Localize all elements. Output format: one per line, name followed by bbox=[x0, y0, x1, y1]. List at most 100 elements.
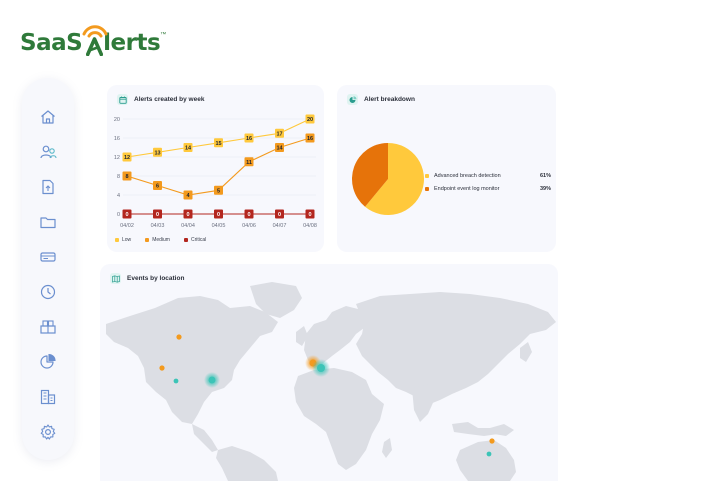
boxes-icon bbox=[40, 320, 56, 334]
data-label: 20 bbox=[307, 117, 313, 123]
data-point-critical[interactable]: 0 bbox=[214, 209, 223, 219]
africa-shape bbox=[294, 368, 384, 470]
x-tick-label: 04/08 bbox=[303, 223, 317, 229]
saas-alerts-logo: SaaS lerts ™ bbox=[20, 24, 166, 56]
alert-breakdown-card: Alert breakdown Advanced breach detectio… bbox=[337, 85, 556, 252]
legend-item-medium[interactable]: Medium bbox=[145, 237, 170, 243]
x-tick-label: 04/07 bbox=[273, 223, 287, 229]
data-point-medium[interactable]: 11 bbox=[244, 157, 254, 167]
data-point-medium[interactable]: 4 bbox=[183, 190, 193, 200]
x-tick-label: 04/04 bbox=[181, 223, 195, 229]
pie-legend-value: 61% bbox=[539, 172, 551, 179]
pie-legend-label: Endpoint event log monitor bbox=[434, 185, 500, 192]
data-point-low[interactable]: 13 bbox=[153, 147, 162, 157]
legend-swatch bbox=[425, 186, 429, 191]
pie-legend-label: Advanced breach detection bbox=[434, 172, 501, 179]
event-marker-orange[interactable] bbox=[489, 438, 495, 444]
sidebar-item-reports[interactable] bbox=[37, 176, 59, 198]
legend-item-critical[interactable]: Critical bbox=[183, 237, 206, 243]
x-tick-label: 04/05 bbox=[212, 223, 226, 229]
alert-breakdown-legend: Advanced breach detection 61% Endpoint eve… bbox=[425, 169, 551, 195]
wifi-signal-icon bbox=[82, 25, 108, 38]
data-point-medium[interactable]: 14 bbox=[275, 143, 284, 152]
data-point-low[interactable]: 14 bbox=[183, 143, 193, 152]
sidebar-item-integrations[interactable] bbox=[37, 316, 59, 338]
event-marker-teal[interactable] bbox=[173, 378, 179, 384]
data-point-critical[interactable]: 0 bbox=[122, 209, 132, 219]
data-point-low[interactable]: 17 bbox=[275, 128, 284, 138]
sidebar-item-files[interactable] bbox=[37, 211, 59, 233]
sidebar-item-users[interactable] bbox=[37, 141, 59, 163]
japan-shape bbox=[520, 342, 532, 362]
sidebar-item-history[interactable] bbox=[37, 281, 59, 303]
sidebar-item-analytics[interactable] bbox=[37, 351, 59, 373]
legend-swatch bbox=[115, 238, 119, 242]
event-marker-orange[interactable] bbox=[159, 365, 165, 371]
event-marker-teal[interactable] bbox=[208, 376, 216, 384]
event-marker-teal[interactable] bbox=[317, 364, 325, 372]
data-label: 12 bbox=[124, 155, 130, 161]
alerts-line-chart: 0 4 8 12 16 20 04/02 04/03 04/04 04/05 04/06 04/07 0… bbox=[114, 114, 317, 229]
data-point-medium[interactable]: 5 bbox=[214, 185, 223, 195]
pie-legend-item[interactable]: Advanced breach detection 61% bbox=[425, 169, 551, 182]
data-point-low[interactable]: 20 bbox=[305, 114, 315, 124]
legend-item-low[interactable]: Low bbox=[115, 237, 131, 243]
data-label: 0 bbox=[308, 212, 311, 218]
breakdown-card-header: Alert breakdown bbox=[347, 94, 415, 105]
data-label: 0 bbox=[186, 212, 189, 218]
sidebar-nav bbox=[22, 78, 74, 460]
sidebar-item-home[interactable] bbox=[37, 106, 59, 128]
sidebar-item-organizations[interactable] bbox=[37, 386, 59, 408]
data-label: 13 bbox=[154, 150, 160, 156]
data-label: 8 bbox=[125, 174, 128, 180]
sidebar-item-devices[interactable] bbox=[37, 246, 59, 268]
data-point-critical[interactable]: 0 bbox=[275, 209, 284, 219]
event-marker-teal[interactable] bbox=[486, 451, 492, 457]
y-tick-label: 16 bbox=[114, 136, 120, 142]
data-point-critical[interactable]: 0 bbox=[305, 209, 315, 219]
event-marker-orange[interactable] bbox=[176, 334, 182, 340]
legend-swatch bbox=[183, 238, 188, 242]
data-label: 16 bbox=[246, 136, 252, 142]
gear-icon bbox=[40, 424, 56, 440]
buildings-icon bbox=[40, 389, 56, 405]
logo-text-left: SaaS bbox=[20, 30, 83, 56]
data-point-medium[interactable]: 6 bbox=[153, 181, 162, 190]
data-label: 0 bbox=[247, 212, 250, 218]
logo-text-right: lerts bbox=[103, 30, 161, 56]
y-tick-label: 8 bbox=[117, 174, 120, 180]
south-america-shape bbox=[216, 446, 278, 481]
events-by-location-card: Events by location bbox=[100, 264, 558, 481]
x-tick-label: 04/03 bbox=[151, 223, 165, 229]
data-label: 14 bbox=[185, 146, 192, 152]
data-point-medium[interactable]: 8 bbox=[122, 171, 132, 181]
data-point-low[interactable]: 12 bbox=[122, 152, 132, 162]
data-point-low[interactable]: 16 bbox=[244, 133, 254, 143]
data-point-critical[interactable]: 0 bbox=[183, 209, 193, 219]
alert-breakdown-pie bbox=[351, 143, 424, 215]
pie-legend-value: 39% bbox=[539, 185, 551, 192]
data-label: 17 bbox=[276, 131, 282, 137]
australia-shape bbox=[456, 440, 516, 481]
sidebar-item-settings[interactable] bbox=[37, 421, 59, 443]
data-label: 0 bbox=[278, 212, 281, 218]
data-label: 0 bbox=[156, 212, 159, 218]
data-label: 5 bbox=[217, 188, 220, 194]
data-point-low[interactable]: 15 bbox=[214, 138, 223, 148]
data-point-medium[interactable]: 16 bbox=[305, 133, 315, 143]
data-label: 11 bbox=[246, 160, 252, 166]
legend-swatch bbox=[145, 238, 150, 242]
alerts-by-week-card: Alerts created by week 0 4 8 12 16 20 04/02 04/… bbox=[107, 85, 324, 252]
data-point-critical[interactable]: 0 bbox=[153, 209, 162, 219]
legend-label: Medium bbox=[152, 237, 170, 243]
x-tick-label: 04/02 bbox=[120, 223, 134, 229]
y-tick-label: 4 bbox=[117, 193, 120, 199]
legend-swatch bbox=[425, 173, 429, 178]
data-label: 0 bbox=[217, 212, 220, 218]
data-point-critical[interactable]: 0 bbox=[244, 209, 254, 219]
pie-legend-item[interactable]: Endpoint event log monitor 39% bbox=[425, 182, 551, 195]
y-tick-label: 12 bbox=[114, 155, 120, 161]
data-label: 15 bbox=[215, 141, 221, 147]
clock-icon bbox=[40, 284, 56, 300]
alerts-chart-legend: Low Medium Critical bbox=[115, 237, 206, 243]
